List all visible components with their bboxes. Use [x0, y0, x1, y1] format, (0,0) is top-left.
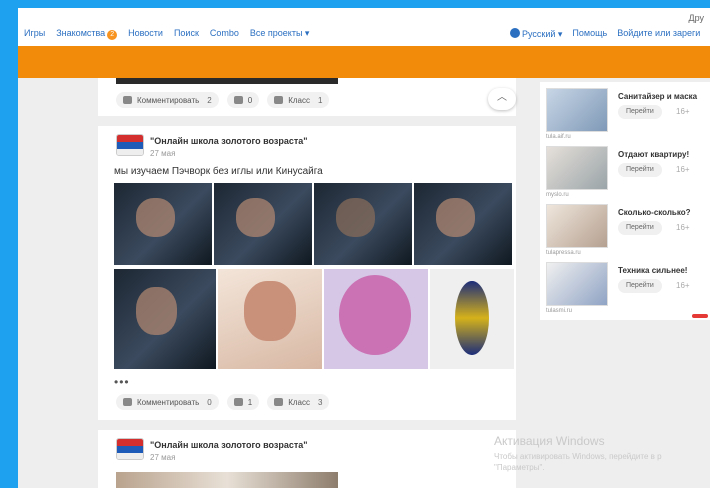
like-button[interactable]: Класс 3 [267, 394, 330, 410]
header-banner [18, 46, 710, 78]
ad-title[interactable]: Техника сильнее! [618, 266, 687, 275]
ad-thumbnail[interactable] [546, 146, 608, 190]
scroll-up-button[interactable]: ︿ [488, 88, 516, 110]
ad-thumbnail[interactable] [546, 262, 608, 306]
windows-activation-watermark: Активация Windows Чтобы активировать Win… [494, 434, 704, 473]
post-card: "Онлайн школа золотого возраста" 27 мая [98, 430, 516, 488]
ad-age-rating: 16+ [676, 223, 690, 232]
ad-thumbnail[interactable] [546, 88, 608, 132]
ad-source[interactable]: tula.aif.ru [546, 134, 571, 140]
screen-frame-left [0, 0, 18, 488]
ad-thumbnail[interactable] [546, 204, 608, 248]
dating-badge: 2 [107, 30, 118, 40]
post-author[interactable]: "Онлайн школа золотого возраста" [150, 440, 308, 450]
comment-button[interactable]: Комментировать 0 [116, 394, 219, 410]
share-icon [233, 96, 243, 104]
ad-go-button[interactable]: Перейти [618, 279, 662, 293]
share-button[interactable]: 0 [226, 92, 260, 108]
gallery-photo[interactable] [114, 183, 212, 265]
post-card: Комментировать 2 0 Класс 1 ︿ [98, 78, 516, 116]
share-button[interactable]: 1 [226, 394, 260, 410]
nav-all-projects[interactable]: Все проекты ▾ [250, 28, 310, 40]
chevron-up-icon: ︿ [497, 92, 507, 103]
nav-combo[interactable]: Combo [210, 28, 239, 40]
language-selector[interactable]: Русский ▾ [510, 28, 562, 40]
login-link[interactable]: Войдите [617, 28, 652, 38]
globe-icon [510, 28, 520, 38]
photo-gallery [114, 183, 514, 371]
ad-title[interactable]: Санитайзер и маска [618, 92, 697, 101]
gallery-photo[interactable] [214, 183, 312, 265]
post-author[interactable]: "Онлайн школа золотого возраста" [150, 136, 308, 146]
ad-go-button[interactable]: Перейти [618, 163, 662, 177]
nav-dating[interactable]: Знакомства 2 [56, 28, 118, 40]
gallery-photo[interactable] [314, 183, 412, 265]
browser-viewport: Дру Игры Знакомства 2 Новости Поиск Combo… [18, 8, 710, 488]
comment-button[interactable]: Комментировать 2 [116, 92, 219, 108]
nav-games[interactable]: Игры [24, 28, 45, 40]
ads-sidebar: Санитайзер и маска Перейти 16+ tula.aif.… [540, 82, 710, 320]
gallery-photo[interactable] [414, 183, 512, 265]
ad-source[interactable]: tulasmi.ru [546, 308, 572, 314]
gallery-photo[interactable] [430, 269, 514, 369]
gallery-photo[interactable] [324, 269, 428, 369]
post-text: мы изучаем Пэчворк без иглы или Кинусайг… [114, 166, 323, 177]
topbar-right: Русский ▾ Помощь Войдите или зареги [510, 28, 700, 40]
ad-source[interactable]: tulapressa.ru [546, 250, 581, 256]
post-actions: Комментировать 2 0 Класс 1 [116, 92, 330, 108]
watermark-title: Активация Windows [494, 434, 605, 448]
friends-link-truncated[interactable]: Дру [689, 13, 705, 23]
share-icon [233, 398, 243, 406]
help-link[interactable]: Помощь [572, 28, 607, 40]
gallery-photo[interactable] [114, 269, 216, 369]
watermark-text: Чтобы активировать Windows, перейдите в … [494, 452, 662, 472]
ad-go-button[interactable]: Перейти [618, 221, 662, 235]
like-button[interactable]: Класс 1 [267, 92, 330, 108]
ad-item[interactable]: Санитайзер и маска Перейти 16+ tula.aif.… [546, 88, 710, 144]
nav-links: Игры Знакомства 2 Новости Поиск Combo Все… [24, 28, 309, 40]
auth-links: Войдите или зареги [617, 28, 701, 38]
thumbs-up-icon [274, 96, 284, 104]
post-card: "Онлайн школа золотого возраста" 27 мая … [98, 126, 516, 420]
ad-go-button[interactable]: Перейти [618, 105, 662, 119]
ad-title[interactable]: Сколько-сколько? [618, 208, 691, 217]
nav-news[interactable]: Новости [128, 28, 163, 40]
post-actions: Комментировать 0 1 Класс 3 [116, 394, 330, 410]
group-avatar[interactable] [116, 134, 144, 156]
register-link[interactable]: зареги [673, 28, 700, 38]
nav-search[interactable]: Поиск [174, 28, 199, 40]
comment-icon [123, 398, 132, 406]
thumbs-up-icon [274, 398, 284, 406]
ad-marker-icon[interactable] [692, 314, 708, 318]
post-date[interactable]: 27 мая [150, 453, 175, 462]
ad-source[interactable]: myslo.ru [546, 192, 569, 198]
ad-age-rating: 16+ [676, 107, 690, 116]
group-avatar[interactable] [116, 438, 144, 460]
top-navbar: Дру Игры Знакомства 2 Новости Поиск Combo… [18, 8, 710, 46]
post-date[interactable]: 27 мая [150, 149, 175, 158]
ad-age-rating: 16+ [676, 281, 690, 290]
post-image-bottom[interactable] [116, 78, 338, 84]
more-icon[interactable]: ••• [114, 375, 130, 389]
gallery-photo[interactable] [218, 269, 322, 369]
ad-item[interactable]: Отдают квартиру! Перейти 16+ myslo.ru [546, 146, 710, 202]
ad-item[interactable]: Сколько-сколько? Перейти 16+ tulapressa.… [546, 204, 710, 260]
ad-age-rating: 16+ [676, 165, 690, 174]
ad-item[interactable]: Техника сильнее! Перейти 16+ tulasmi.ru [546, 262, 710, 318]
post-image[interactable] [116, 472, 338, 488]
comment-icon [123, 96, 132, 104]
ad-title[interactable]: Отдают квартиру! [618, 150, 689, 159]
